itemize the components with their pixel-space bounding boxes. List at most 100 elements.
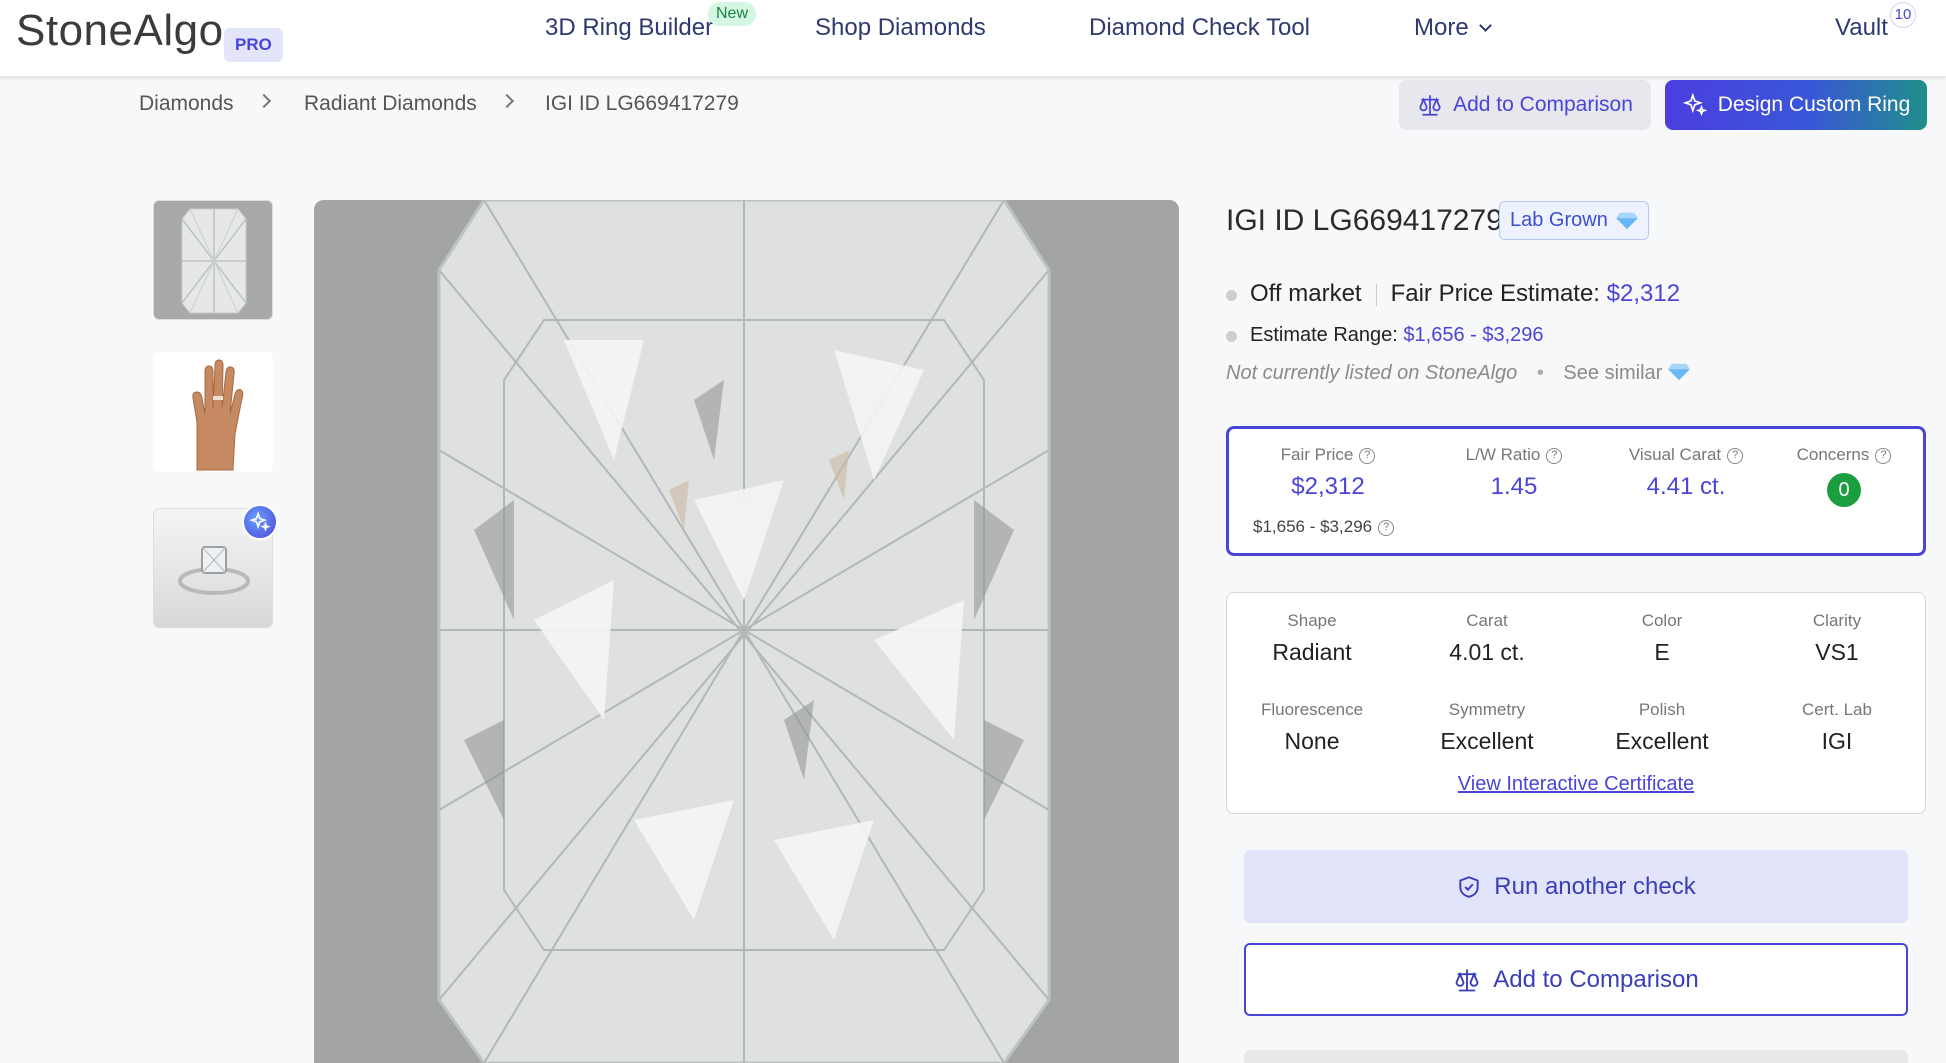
spec-color: Color E [1577, 611, 1747, 666]
site-logo[interactable]: StoneAlgo [16, 6, 224, 56]
spec-value: None [1284, 728, 1340, 754]
spec-value: IGI [1821, 728, 1853, 754]
hand-thumbnail-image [153, 352, 273, 472]
status-line: Off market Fair Price Estimate: $2,312 [1250, 280, 1680, 308]
help-icon[interactable]: ? [1359, 448, 1376, 464]
concerns-label: Concerns [1796, 445, 1870, 464]
scale-icon [1455, 969, 1479, 991]
range-dot [1226, 331, 1237, 342]
spec-label: Symmetry [1448, 700, 1526, 719]
thumbnail-diamond[interactable] [153, 200, 273, 320]
add-to-comparison-button-secondary[interactable]: Add to Comparison [1244, 943, 1908, 1016]
spec-label: Fluorescence [1260, 700, 1364, 719]
spec-label: Cert. Lab [1802, 700, 1872, 719]
diamond-icon [1616, 212, 1638, 229]
fair-price-stat: Fair Price? $2,312 [1253, 445, 1403, 501]
spec-value: Excellent [1440, 728, 1534, 754]
shield-check-icon [1459, 875, 1479, 898]
bullet-separator: • [1536, 362, 1544, 384]
chevron-down-icon [1478, 19, 1492, 32]
spec-label: Clarity [1812, 611, 1862, 630]
divider [1375, 283, 1377, 306]
concerns-count: 0 [1827, 473, 1861, 507]
breadcrumb-radiant-diamonds[interactable]: Radiant Diamonds [304, 92, 477, 116]
fair-price-stat-value: $2,312 [1291, 473, 1365, 500]
lw-ratio-stat: L/W Ratio? 1.45 [1429, 445, 1599, 501]
help-icon[interactable]: ? [1378, 520, 1395, 536]
lab-grown-label: Lab Grown [1510, 209, 1608, 231]
help-icon[interactable]: ? [1727, 448, 1744, 464]
visual-carat-value: 4.41 ct. [1646, 473, 1726, 500]
pro-badge: PRO [224, 28, 283, 62]
see-similar-link[interactable]: See similar [1563, 362, 1662, 384]
scale-icon [1419, 95, 1441, 116]
fair-price-stat-label: Fair Price [1280, 445, 1354, 464]
diamond-icon [1668, 363, 1690, 381]
ai-sparkle-icon [242, 504, 278, 540]
spec-value: E [1654, 639, 1670, 665]
concerns-stat: Concerns? 0 [1759, 445, 1929, 507]
status-dot [1226, 290, 1237, 301]
lw-ratio-value: 1.45 [1490, 473, 1538, 500]
estimate-range-label: Estimate Range: [1250, 324, 1398, 346]
fair-price-range: $1,656 - $3,296? [1253, 517, 1395, 537]
estimate-range-value: $1,656 - $3,296 [1403, 324, 1544, 346]
spec-value: 4.01 ct. [1449, 639, 1525, 665]
not-listed-text: Not currently listed on StoneAlgo [1226, 362, 1518, 384]
visual-carat-label: Visual Carat [1628, 445, 1722, 464]
main-diamond-image[interactable] [314, 200, 1179, 1063]
nav-ring-builder[interactable]: 3D Ring Builder [545, 14, 713, 42]
top-navigation: StoneAlgo PRO 3D Ring Builder New Shop D… [0, 0, 1946, 76]
spec-cert-lab: Cert. Lab IGI [1752, 700, 1922, 755]
breadcrumb-current: IGI ID LG669417279 [545, 92, 739, 115]
vault-count-badge: 10 [1890, 2, 1916, 28]
spec-label: Color [1641, 611, 1683, 630]
nav-more-label: More [1414, 14, 1469, 41]
nav-more[interactable]: More [1414, 14, 1492, 42]
view-certificate-link[interactable]: View Interactive Certificate [1227, 773, 1925, 796]
spec-value: VS1 [1815, 639, 1859, 665]
nav-shop-diamonds[interactable]: Shop Diamonds [815, 14, 986, 42]
design-custom-ring-label: Design Custom Ring [1717, 93, 1911, 116]
estimate-range-line: Estimate Range: $1,656 - $3,296 [1250, 324, 1544, 347]
fair-price-label: Fair Price Estimate: [1390, 280, 1600, 307]
spec-value: Radiant [1272, 639, 1352, 665]
spec-polish: Polish Excellent [1577, 700, 1747, 755]
next-section-edge [1244, 1050, 1908, 1063]
price-summary-card: Fair Price? $2,312 $1,656 - $3,296? L/W … [1226, 426, 1926, 556]
run-another-check-button[interactable]: Run another check [1244, 850, 1908, 923]
fair-price-range-value: $1,656 - $3,296 [1253, 517, 1373, 536]
diamond-thumbnail-image [154, 201, 272, 319]
thumbnail-hand[interactable] [153, 352, 273, 472]
market-status: Off market [1250, 280, 1362, 307]
spec-fluorescence: Fluorescence None [1227, 700, 1397, 755]
help-icon[interactable]: ? [1546, 448, 1563, 464]
spec-value: Excellent [1615, 728, 1709, 754]
sparkle-icon [1682, 92, 1707, 117]
nav-diamond-check-tool[interactable]: Diamond Check Tool [1089, 14, 1310, 42]
spec-shape: Shape Radiant [1227, 611, 1397, 666]
design-custom-ring-button[interactable]: Design Custom Ring [1665, 80, 1927, 130]
diamond-title: IGI ID LG669417279 [1226, 204, 1503, 237]
new-badge: New [708, 2, 757, 26]
radiant-diamond-image [314, 200, 1179, 1063]
fair-price-value: $2,312 [1606, 280, 1681, 307]
spec-symmetry: Symmetry Excellent [1402, 700, 1572, 755]
spec-clarity: Clarity VS1 [1752, 611, 1922, 666]
listing-note: Not currently listed on StoneAlgo • See … [1226, 362, 1690, 385]
help-icon[interactable]: ? [1875, 448, 1892, 464]
breadcrumb-diamonds[interactable]: Diamonds [139, 92, 234, 116]
run-another-check-label: Run another check [1494, 872, 1696, 900]
add-to-comparison-secondary-label: Add to Comparison [1493, 965, 1699, 993]
spec-label: Polish [1638, 700, 1686, 719]
lab-grown-badge: Lab Grown [1499, 201, 1649, 240]
lw-ratio-label: L/W Ratio [1465, 445, 1541, 464]
specs-card: Shape Radiant Carat 4.01 ct. Color E Cla… [1226, 592, 1926, 814]
visual-carat-stat: Visual Carat? 4.41 ct. [1601, 445, 1771, 501]
spec-label: Carat [1466, 611, 1508, 630]
chevron-right-icon [256, 93, 272, 109]
add-to-comparison-button[interactable]: Add to Comparison [1399, 80, 1651, 130]
spec-label: Shape [1287, 611, 1337, 630]
chevron-right-icon [499, 93, 515, 109]
nav-vault[interactable]: Vault [1835, 14, 1888, 42]
